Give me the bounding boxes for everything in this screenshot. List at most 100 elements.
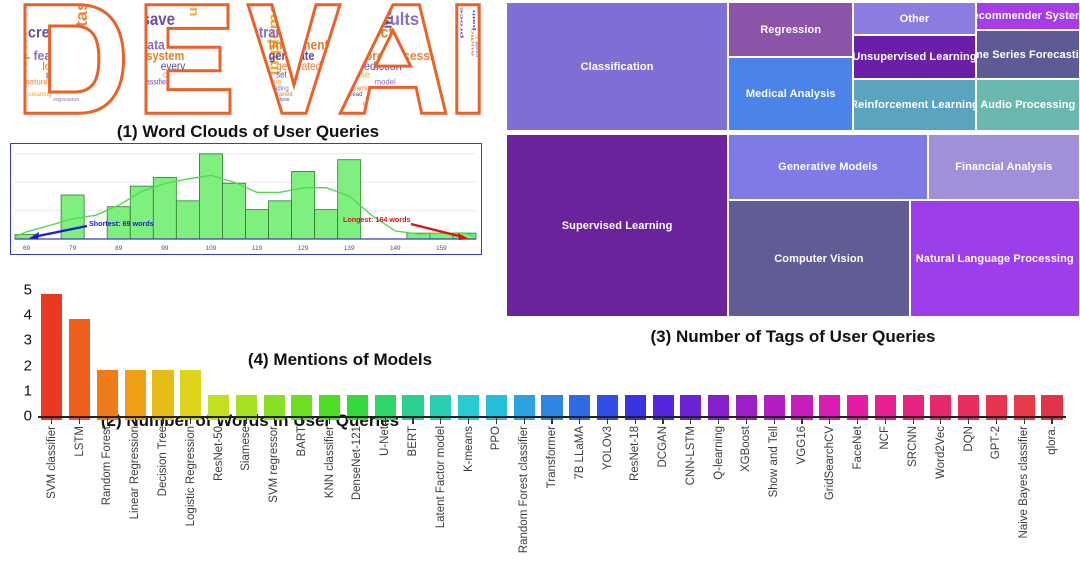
- treemap-cell[interactable]: Other: [853, 2, 976, 36]
- wordcloud-word: using: [186, 0, 201, 17]
- bar-chart-plot: [38, 290, 1066, 420]
- bar-slot: [955, 294, 983, 420]
- treemap-cell-label: Regression: [760, 23, 822, 36]
- x-label-slot: Random Forest: [94, 426, 122, 576]
- bar-chart-x-label: CNN-LSTM: [684, 426, 697, 486]
- treemap-cell-label: Computer Vision: [774, 252, 864, 265]
- x-label-slot: CNN-LSTM: [677, 426, 705, 576]
- histogram-panel: 69 79 89 99 109 119 129 139 149 159 Shortest: 69 w…: [10, 143, 482, 430]
- x-tick-mark: [301, 417, 303, 424]
- x-tick-mark: [773, 417, 775, 424]
- bar-chart-x-label: SVM classifier: [45, 426, 58, 499]
- x-label-slot: Latent Factor model: [427, 426, 455, 576]
- x-tick: [455, 417, 483, 424]
- x-tick: [177, 417, 205, 424]
- histogram-bar: [245, 209, 269, 240]
- x-tick-mark: [523, 417, 525, 424]
- x-tick: [927, 417, 955, 424]
- x-tick-mark: [884, 417, 886, 424]
- wordcloud-letter-d: dataset create report feature load performanc…: [16, 0, 128, 118]
- bar-chart-x-label: Latent Factor model: [434, 426, 447, 529]
- x-tick: [316, 417, 344, 424]
- bar[interactable]: [69, 319, 91, 420]
- x-tick: [816, 417, 844, 424]
- bar-chart-x-label: BART: [295, 426, 308, 457]
- x-tick-mark: [384, 417, 386, 424]
- treemap-cell-label: Time Series Forecasting: [977, 48, 1079, 61]
- x-tick: [121, 417, 149, 424]
- bar-chart-x-label: PPO: [490, 426, 503, 451]
- x-tick: [427, 417, 455, 424]
- x-tick-mark: [718, 417, 720, 424]
- treemap-cell-label: Financial Analysis: [955, 161, 1053, 174]
- histogram-bar: [337, 159, 362, 240]
- x-tick: [399, 417, 427, 424]
- histogram-x-tick-label: 69: [23, 245, 31, 252]
- x-label-slot: ResNet-18: [621, 426, 649, 576]
- panel-1-caption: (1) Word Clouds of User Queries: [116, 122, 380, 141]
- x-tick-mark: [856, 417, 859, 424]
- x-label-slot: DQN: [955, 426, 983, 576]
- treemap-cell[interactable]: Audio Processing: [975, 79, 1080, 132]
- histogram-svg: 69 79 89 99 109 119 129 139 149 159 Shortest: 69 w…: [14, 153, 477, 252]
- x-label-slot: VGG16: [788, 426, 816, 576]
- histogram-bar: [268, 200, 292, 240]
- treemap-cell[interactable]: Reinforcement Learning: [853, 79, 976, 132]
- x-tick-mark: [162, 417, 164, 424]
- x-tick: [538, 417, 566, 424]
- x-tick-mark: [662, 417, 664, 424]
- bar-chart-x-label: U-Net: [379, 426, 392, 457]
- bar-slot: [788, 294, 816, 420]
- histogram-x-tick-label: 99: [161, 245, 169, 252]
- treemap-cell[interactable]: Unsupervised Learning: [853, 35, 976, 80]
- treemap-cell[interactable]: Classification: [506, 2, 729, 132]
- treemap-cell[interactable]: Generative Models: [728, 134, 928, 201]
- x-tick: [594, 417, 622, 424]
- bar-chart-x-label: Siamese: [240, 426, 253, 471]
- treemap-cell[interactable]: Time Series Forecasting: [975, 30, 1080, 80]
- bar-chart-y-tick-label: 5: [23, 281, 32, 299]
- x-tick-mark: [1023, 417, 1025, 424]
- x-tick: [844, 417, 872, 424]
- x-tick-mark: [690, 417, 692, 424]
- bar[interactable]: [96, 369, 118, 420]
- x-tick: [149, 417, 177, 424]
- bar-chart-x-label: DenseNet-121: [351, 426, 364, 501]
- bar-chart-x-label: DCGAN: [657, 426, 670, 468]
- wordcloud-letter-e: saveusingdatasystemeverycodeclassifier: [136, 0, 236, 118]
- bar-chart-x-label: GridSearchCV: [823, 426, 836, 501]
- bar[interactable]: [41, 294, 63, 420]
- bar-chart-x-label: SRCNN: [907, 426, 920, 467]
- bar[interactable]: [152, 369, 174, 420]
- bar-slot: [899, 294, 927, 420]
- bar-slot: [760, 294, 788, 420]
- bar[interactable]: [180, 369, 202, 420]
- bar[interactable]: [124, 369, 146, 420]
- x-label-slot: PPO: [483, 426, 511, 576]
- x-tick: [344, 417, 372, 424]
- x-tick: [788, 417, 816, 424]
- bar-chart-x-label: Linear Regression: [129, 426, 142, 520]
- x-tick-mark: [217, 417, 220, 424]
- histogram-bar: [222, 182, 246, 240]
- wordcloud-panel: dataset create report feature load performanc…: [8, 0, 488, 141]
- x-label-slot: U-Net: [371, 426, 399, 576]
- histogram-bar: [129, 185, 154, 240]
- bar-chart-y-tick-label: 1: [23, 382, 32, 400]
- treemap-cell[interactable]: Financial Analysis: [927, 134, 1080, 201]
- x-tick: [677, 417, 705, 424]
- treemap-cell[interactable]: Recommender Systems: [975, 2, 1080, 31]
- x-label-slot: GPT-2: [983, 426, 1011, 576]
- treemap-cell[interactable]: Medical Analysis: [728, 57, 854, 132]
- treemap-plot: Classification Regression Medical Analysis…: [506, 2, 1080, 317]
- bar-chart-x-label: DQN: [962, 426, 975, 452]
- x-tick: [955, 417, 983, 424]
- bar-chart-x-label: Random Forest: [101, 426, 114, 506]
- bar-chart-x-ticks: [38, 417, 1066, 424]
- x-label-slot: XGBoost: [733, 426, 761, 576]
- bar-chart-x-label: BERT: [407, 426, 420, 457]
- bar-slot: [621, 294, 649, 420]
- bar-chart-x-label: Random Forest classifier: [518, 426, 531, 554]
- treemap-cell[interactable]: Regression: [728, 2, 854, 58]
- treemap-cell-label: Unsupervised Learning: [853, 51, 976, 64]
